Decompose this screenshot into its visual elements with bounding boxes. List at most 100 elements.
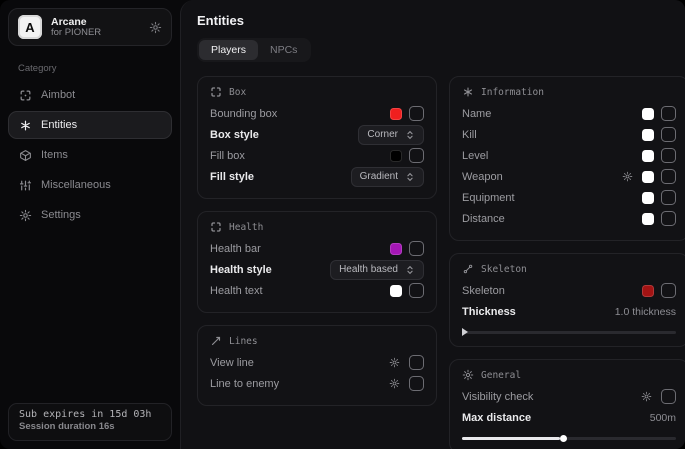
checkbox[interactable] xyxy=(661,169,676,184)
color-swatch[interactable] xyxy=(642,192,654,204)
color-swatch[interactable] xyxy=(390,285,402,297)
gear-icon[interactable] xyxy=(149,21,162,34)
thickness-slider[interactable] xyxy=(462,328,676,335)
setting-row-health-text: Health text xyxy=(210,280,424,301)
gear-icon xyxy=(19,209,32,222)
max-distance-slider[interactable] xyxy=(462,434,676,441)
color-swatch[interactable] xyxy=(642,213,654,225)
setting-row-skeleton: Skeleton xyxy=(462,280,676,301)
sidebar-nav: Aimbot Entities Items Miscellaneous xyxy=(8,81,172,229)
max-distance-value: 500m xyxy=(650,412,676,424)
panel-title: Lines xyxy=(229,336,258,347)
sidebar-item-label: Aimbot xyxy=(41,89,75,101)
panel-general: General Visibility check Max distance 50… xyxy=(449,359,685,449)
brand-card: A Arcane for PIONER xyxy=(8,8,172,46)
setting-row-health-bar: Health bar xyxy=(210,238,424,259)
gear-icon xyxy=(462,369,474,381)
checkbox[interactable] xyxy=(661,190,676,205)
app-title: Arcane xyxy=(51,16,140,28)
app-window: A Arcane for PIONER Category Aimbot xyxy=(0,0,685,449)
sidebar-item-label: Items xyxy=(41,149,68,161)
panel-title: Box xyxy=(229,87,246,98)
selector-icon xyxy=(405,130,415,140)
gear-icon[interactable] xyxy=(389,357,400,368)
panel-title: Skeleton xyxy=(481,264,527,275)
box-style-dropdown[interactable]: Corner xyxy=(358,125,424,145)
diagonal-line-icon xyxy=(210,335,222,347)
fill-style-dropdown[interactable]: Gradient xyxy=(351,167,424,187)
sidebar-item-miscellaneous[interactable]: Miscellaneous xyxy=(8,171,172,199)
setting-row-bounding-box: Bounding box xyxy=(210,103,424,124)
panel-title: Health xyxy=(229,222,263,233)
gear-icon[interactable] xyxy=(389,378,400,389)
checkbox[interactable] xyxy=(409,106,424,121)
checkbox[interactable] xyxy=(661,148,676,163)
checkbox[interactable] xyxy=(661,127,676,142)
setting-row-kill: Kill xyxy=(462,124,676,145)
slider-thumb[interactable] xyxy=(560,435,567,442)
bone-icon xyxy=(462,263,474,275)
sidebar: A Arcane for PIONER Category Aimbot xyxy=(0,0,180,449)
checkbox[interactable] xyxy=(661,106,676,121)
color-swatch[interactable] xyxy=(642,150,654,162)
checkbox[interactable] xyxy=(409,241,424,256)
setting-row-fill-style: Fill style Gradient xyxy=(210,166,424,187)
setting-row-line-to-enemy: Line to enemy xyxy=(210,373,424,394)
setting-row-thickness: Thickness 1.0 thickness xyxy=(462,301,676,322)
thickness-value: 1.0 thickness xyxy=(615,306,676,318)
setting-row-health-style: Health style Health based xyxy=(210,259,424,280)
setting-row-max-distance: Max distance 500m xyxy=(462,407,676,428)
health-style-dropdown[interactable]: Health based xyxy=(330,260,424,280)
sidebar-item-label: Miscellaneous xyxy=(41,179,111,191)
panel-title: Information xyxy=(481,87,544,98)
tab-npcs[interactable]: NPCs xyxy=(258,40,309,60)
checkbox[interactable] xyxy=(661,389,676,404)
panel-information: Information Name Kill xyxy=(449,76,685,241)
color-swatch[interactable] xyxy=(642,285,654,297)
tab-players[interactable]: Players xyxy=(199,40,258,60)
sidebar-item-aimbot[interactable]: Aimbot xyxy=(8,81,172,109)
setting-row-visibility-check: Visibility check xyxy=(462,386,676,407)
setting-row-name: Name xyxy=(462,103,676,124)
checkbox[interactable] xyxy=(409,283,424,298)
panel-skeleton: Skeleton Skeleton Thickness 1.0 thicknes… xyxy=(449,253,685,347)
checkbox[interactable] xyxy=(661,283,676,298)
sliders-icon xyxy=(19,179,32,192)
category-label: Category xyxy=(18,63,162,74)
slider-thumb[interactable] xyxy=(462,328,468,336)
setting-row-box-style: Box style Corner xyxy=(210,124,424,145)
selector-icon xyxy=(405,265,415,275)
sidebar-item-items[interactable]: Items xyxy=(8,141,172,169)
color-swatch[interactable] xyxy=(390,108,402,120)
color-swatch[interactable] xyxy=(390,150,402,162)
gear-icon[interactable] xyxy=(622,171,633,182)
setting-row-equipment: Equipment xyxy=(462,187,676,208)
panel-lines: Lines View line Line to enemy xyxy=(197,325,437,406)
entity-tabs: Players NPCs xyxy=(197,38,311,62)
sidebar-item-label: Settings xyxy=(41,209,81,221)
setting-row-fill-box: Fill box xyxy=(210,145,424,166)
app-subtitle: for PIONER xyxy=(51,28,140,39)
crosshair-icon xyxy=(19,89,32,102)
color-swatch[interactable] xyxy=(642,108,654,120)
main-content: Entities Players NPCs Box Bounding box xyxy=(180,0,685,449)
subscription-card: Sub expires in 15d 03h Session duration … xyxy=(8,403,172,441)
panel-health: Health Health bar Health style Health ba… xyxy=(197,211,437,313)
checkbox[interactable] xyxy=(409,148,424,163)
corner-brackets-icon xyxy=(210,221,222,233)
color-swatch[interactable] xyxy=(642,129,654,141)
color-swatch[interactable] xyxy=(642,171,654,183)
panel-title: General xyxy=(481,370,521,381)
setting-row-weapon: Weapon xyxy=(462,166,676,187)
checkbox[interactable] xyxy=(409,376,424,391)
entities-icon xyxy=(19,119,32,132)
gear-icon[interactable] xyxy=(641,391,652,402)
checkbox[interactable] xyxy=(409,355,424,370)
sidebar-item-settings[interactable]: Settings xyxy=(8,201,172,229)
sidebar-item-entities[interactable]: Entities xyxy=(8,111,172,139)
setting-row-distance: Distance xyxy=(462,208,676,229)
setting-row-view-line: View line xyxy=(210,352,424,373)
color-swatch[interactable] xyxy=(390,243,402,255)
checkbox[interactable] xyxy=(661,211,676,226)
corner-brackets-icon xyxy=(210,86,222,98)
